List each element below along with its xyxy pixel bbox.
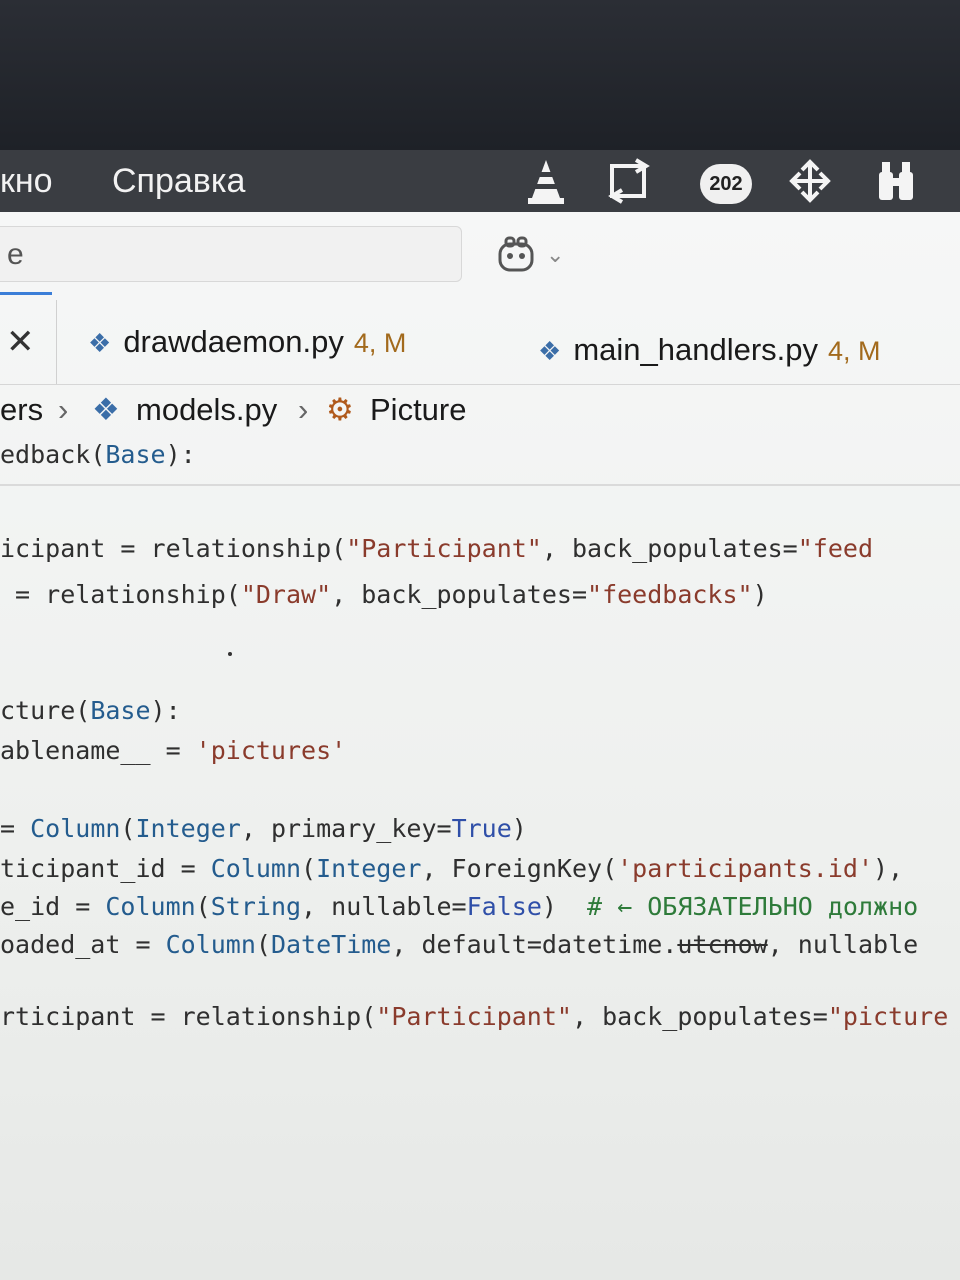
code-line: ticipant_id = Column(Integer, ForeignKey… [0,854,904,883]
code-line: icipant = relationship("Participant", ba… [0,534,873,563]
code-line: cture(Base): [0,696,181,725]
sticky-scroll-divider [0,484,960,486]
code-line: = relationship("Draw", back_populates="f… [0,580,768,609]
binoculars-icon[interactable] [876,158,916,211]
code-line: oaded_at = Column(DateTime, default=date… [0,930,919,959]
code-line: e_id = Column(String, nullable=False) # … [0,892,919,921]
code-line: ablename__ = 'pictures' [0,736,347,765]
sync-icon[interactable] [606,158,654,213]
menu-window[interactable]: кно [0,162,53,201]
editor-window: e ⌄ ✕ ❖ drawdaemon.py 4, M ❖ main_handlers.… [0,212,960,1280]
code-editor[interactable]: edback(Base): icipant = relationship("Pa… [0,212,960,1280]
move-icon[interactable] [788,158,832,213]
code-line: rticipant = relationship("Participant", … [0,1002,949,1031]
notification-badge[interactable]: 202 [700,164,752,204]
code-line: = Column(Integer, primary_key=True) [0,814,527,843]
macos-menubar: кно Справка 202 [0,150,960,212]
screen-bezel [0,0,960,150]
code-line-sticky: edback(Base): [0,440,196,469]
menu-help[interactable]: Справка [112,162,245,201]
vlc-cone-icon[interactable] [526,158,566,215]
text-cursor [228,652,232,656]
